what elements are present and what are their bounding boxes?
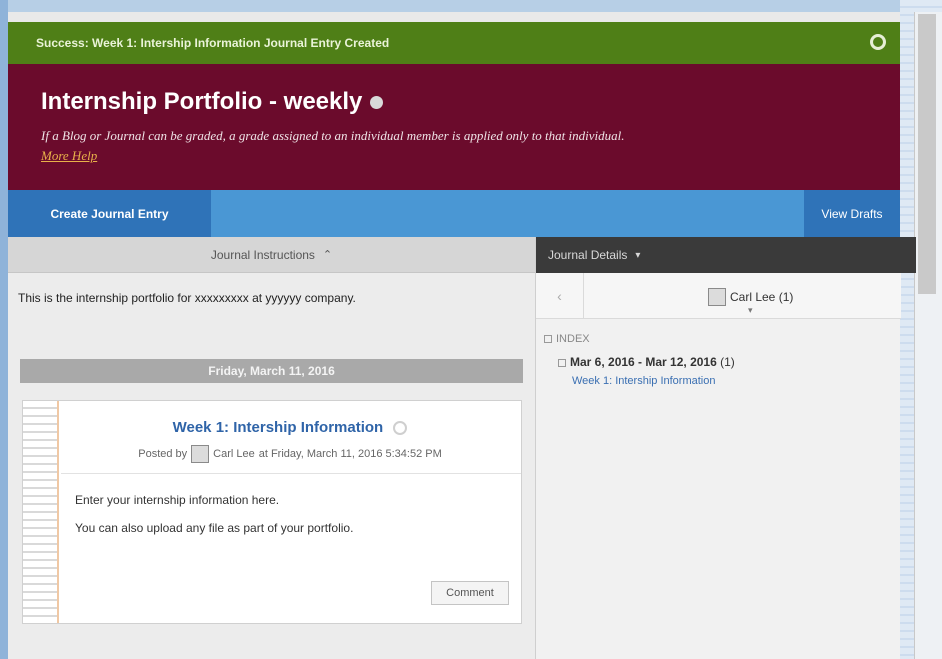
scrollbar-thumb[interactable] — [918, 14, 936, 294]
journal-content-panel: Journal Instructions ⌃ This is the inter… — [8, 237, 535, 659]
user-selector: ‹ Carl Lee (1) ▾ — [536, 273, 901, 319]
divider — [61, 473, 521, 474]
entry-spiral-rail — [23, 401, 59, 623]
browser-frame-left — [0, 0, 8, 659]
action-bar: Create Journal Entry View Drafts — [8, 190, 900, 237]
chevron-up-icon: ⌃ — [322, 249, 333, 261]
page-title: Internship Portfolio - weekly — [41, 88, 900, 116]
page-title-text: Internship Portfolio - weekly — [41, 88, 363, 115]
index-label: INDEX — [556, 333, 590, 345]
entry-body-line: Enter your internship information here. — [75, 493, 280, 507]
journal-instructions-toggle[interactable]: Journal Instructions ⌃ — [8, 237, 535, 273]
success-notification: Success: Week 1: Intership Information J… — [8, 22, 900, 64]
options-menu-icon[interactable] — [370, 95, 384, 109]
more-help-link[interactable]: More Help — [41, 148, 900, 164]
success-message: Success: Week 1: Intership Information J… — [36, 36, 390, 50]
week-entry-link[interactable]: Week 1: Intership Information — [572, 375, 715, 387]
journal-details-panel: Journal Details ▾ ‹ Carl Lee (1) ▾ INDEX… — [535, 237, 916, 659]
journal-instructions-heading: Journal Instructions — [210, 247, 315, 262]
journal-details-heading: Journal Details — [548, 248, 628, 262]
chevron-down-icon: ▾ — [635, 249, 641, 261]
comment-button[interactable]: Comment — [431, 581, 509, 605]
previous-user-button[interactable]: ‹ — [536, 273, 584, 319]
index-section[interactable]: INDEX — [544, 333, 590, 345]
create-journal-entry-button[interactable]: Create Journal Entry — [8, 190, 211, 237]
week-range-label: Mar 6, 2016 - Mar 12, 2016 — [570, 355, 717, 369]
entry-timestamp: at Friday, March 11, 2016 5:34:52 PM — [258, 448, 442, 460]
collapse-box-icon[interactable] — [558, 358, 566, 367]
week-entry-count: (1) — [720, 355, 735, 369]
selected-user-label: Carl Lee (1) — [730, 290, 794, 304]
collapse-box-icon[interactable] — [544, 335, 552, 344]
week-range-group[interactable]: Mar 6, 2016 - Mar 12, 2016 (1) — [558, 355, 735, 369]
entry-body-line: You can also upload any file as part of … — [75, 521, 354, 535]
chevron-down-icon: ▾ — [748, 305, 753, 315]
entry-meta: Posted by Carl Lee at Friday, March 11, … — [59, 445, 521, 463]
journal-entry-card: Week 1: Intership Information Posted by … — [22, 400, 522, 624]
page-header: Internship Portfolio - weekly If a Blog … — [8, 64, 900, 190]
view-drafts-button[interactable]: View Drafts — [804, 190, 900, 237]
entry-date-header: Friday, March 11, 2016 — [20, 359, 523, 383]
user-selector-dropdown[interactable]: Carl Lee (1) — [704, 288, 793, 306]
entry-title: Week 1: Intership Information — [59, 419, 521, 436]
journal-instructions-text: This is the internship portfolio for xxx… — [18, 291, 356, 305]
entry-author: Carl Lee — [213, 448, 255, 460]
close-circle-icon[interactable] — [870, 34, 886, 50]
entry-title-link[interactable]: Week 1: Intership Information — [173, 419, 384, 436]
entry-options-icon[interactable] — [393, 421, 408, 436]
posted-by-label: Posted by — [138, 448, 188, 460]
journal-details-toggle[interactable]: Journal Details ▾ — [536, 237, 916, 273]
grading-note: If a Blog or Journal can be graded, a gr… — [41, 128, 625, 143]
avatar — [191, 445, 210, 463]
browser-frame-top — [0, 0, 942, 12]
avatar — [708, 288, 726, 306]
